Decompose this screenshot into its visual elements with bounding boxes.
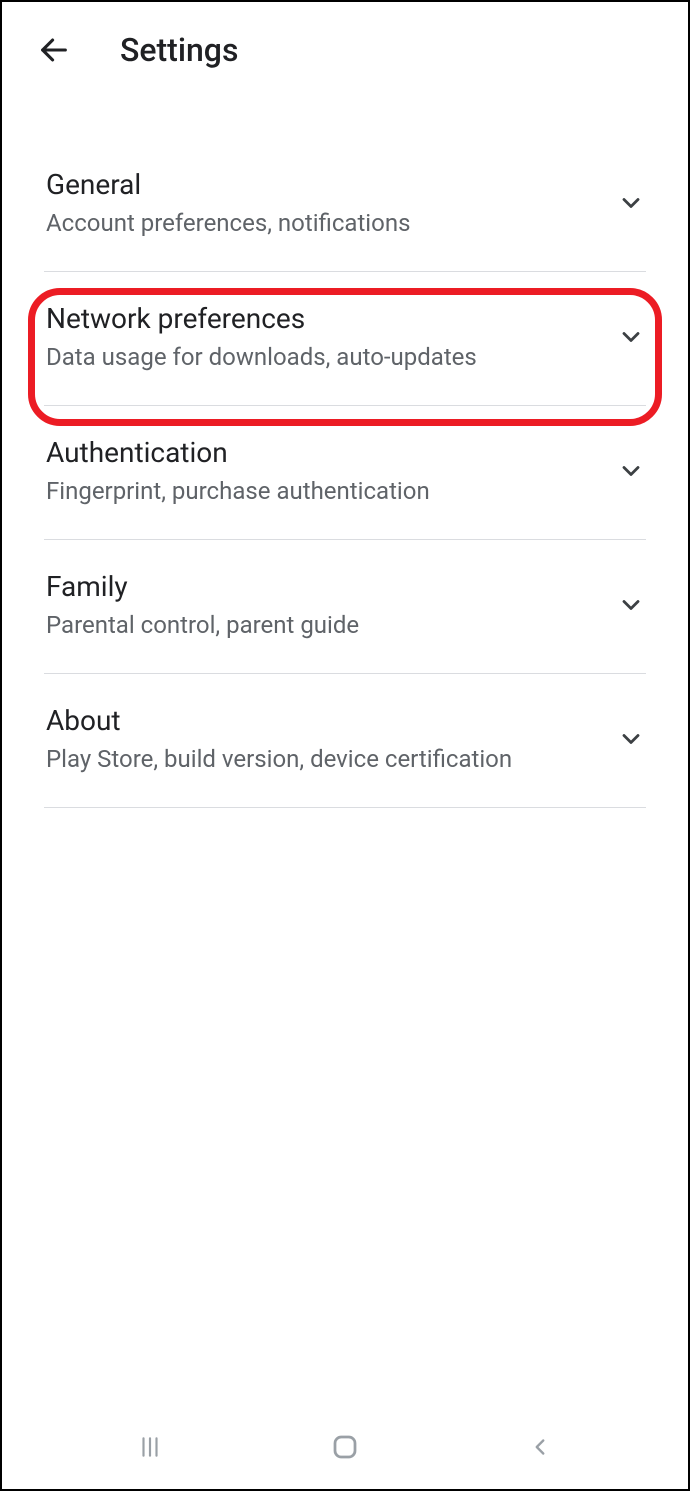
chevron-down-icon bbox=[616, 724, 646, 754]
nav-back-button[interactable] bbox=[520, 1427, 560, 1467]
settings-content: General Account preferences, notificatio… bbox=[2, 98, 688, 808]
item-text: Network preferences Data usage for downl… bbox=[46, 302, 604, 371]
page-title: Settings bbox=[120, 31, 238, 69]
item-text: Family Parental control, parent guide bbox=[46, 570, 604, 639]
item-text: About Play Store, build version, device … bbox=[46, 704, 604, 773]
item-subtitle: Fingerprint, purchase authentication bbox=[46, 477, 604, 505]
settings-item-family[interactable]: Family Parental control, parent guide bbox=[44, 540, 646, 674]
item-title: Authentication bbox=[46, 436, 604, 469]
item-title: Network preferences bbox=[46, 302, 604, 335]
item-title: About bbox=[46, 704, 604, 737]
settings-item-authentication[interactable]: Authentication Fingerprint, purchase aut… bbox=[44, 406, 646, 540]
recent-apps-icon bbox=[137, 1434, 163, 1460]
home-icon bbox=[330, 1432, 360, 1462]
nav-recent-button[interactable] bbox=[130, 1427, 170, 1467]
arrow-left-icon bbox=[37, 33, 71, 67]
settings-item-about[interactable]: About Play Store, build version, device … bbox=[44, 674, 646, 808]
system-navbar bbox=[2, 1411, 688, 1489]
back-button[interactable] bbox=[32, 28, 76, 72]
chevron-down-icon bbox=[616, 322, 646, 352]
nav-home-button[interactable] bbox=[325, 1427, 365, 1467]
item-text: General Account preferences, notificatio… bbox=[46, 168, 604, 237]
item-title: General bbox=[46, 168, 604, 201]
app-header: Settings bbox=[2, 2, 688, 98]
chevron-down-icon bbox=[616, 456, 646, 486]
item-subtitle: Play Store, build version, device certif… bbox=[46, 745, 604, 773]
item-subtitle: Data usage for downloads, auto-updates bbox=[46, 343, 604, 371]
settings-list: General Account preferences, notificatio… bbox=[44, 138, 646, 808]
item-subtitle: Parental control, parent guide bbox=[46, 611, 604, 639]
chevron-down-icon bbox=[616, 590, 646, 620]
item-text: Authentication Fingerprint, purchase aut… bbox=[46, 436, 604, 505]
chevron-down-icon bbox=[616, 188, 646, 218]
back-icon bbox=[527, 1434, 553, 1460]
item-subtitle: Account preferences, notifications bbox=[46, 209, 604, 237]
item-title: Family bbox=[46, 570, 604, 603]
settings-item-network-preferences[interactable]: Network preferences Data usage for downl… bbox=[44, 272, 646, 406]
settings-item-general[interactable]: General Account preferences, notificatio… bbox=[44, 138, 646, 272]
